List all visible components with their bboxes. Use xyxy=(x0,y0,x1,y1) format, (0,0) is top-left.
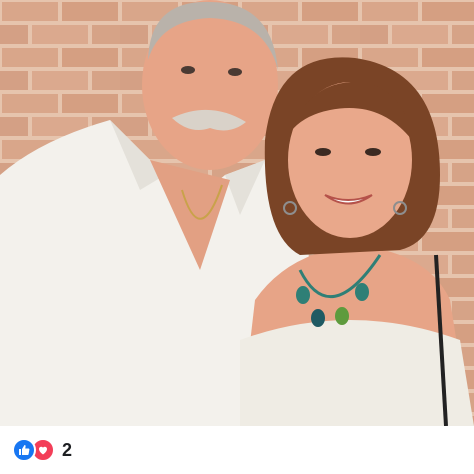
photo-post: 2 xyxy=(0,0,474,474)
reaction-count[interactable]: 2 xyxy=(62,440,72,461)
post-photo[interactable] xyxy=(0,0,474,426)
like-icon xyxy=(12,438,36,462)
reactions-bar[interactable]: 2 xyxy=(12,436,72,464)
